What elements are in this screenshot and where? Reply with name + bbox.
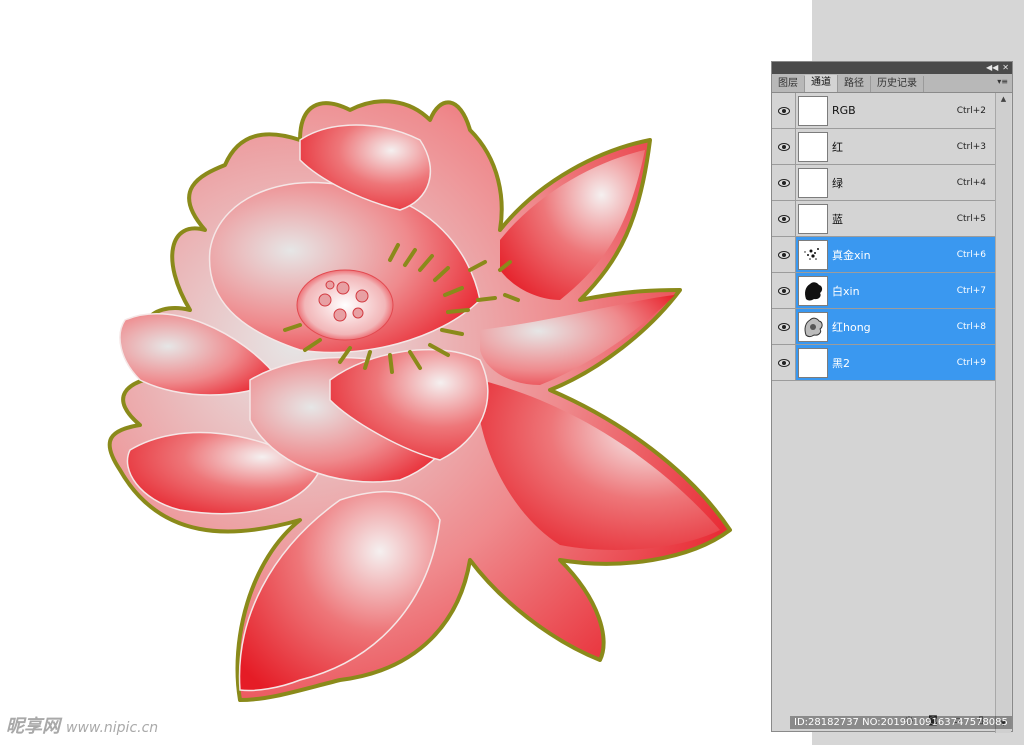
channel-row-zhenjin[interactable]: 真金xin Ctrl+6 <box>772 237 996 273</box>
channel-name: 黑2 <box>832 356 850 370</box>
channel-name: 红 <box>832 140 843 154</box>
channel-row-blue[interactable]: 蓝 Ctrl+5 <box>772 201 996 237</box>
watermark-logo-text: 昵享网 <box>6 716 60 737</box>
channel-shortcut: Ctrl+6 <box>956 249 986 260</box>
tab-history[interactable]: 历史记录 <box>871 76 924 92</box>
lotus-artwork <box>107 99 732 702</box>
visibility-eye-icon[interactable] <box>772 165 796 200</box>
visibility-eye-icon[interactable] <box>772 129 796 164</box>
channel-row-baixin[interactable]: 白xin Ctrl+7 <box>772 273 996 309</box>
channel-thumbnail <box>798 95 828 126</box>
channel-row-red[interactable]: 红 Ctrl+3 <box>772 129 996 165</box>
panel-title-bar: ◀◀ ✕ <box>772 62 1012 74</box>
double-chevron-left-icon[interactable]: ◀◀ <box>986 63 998 73</box>
channel-shortcut: Ctrl+4 <box>956 177 986 188</box>
channel-shortcut: Ctrl+2 <box>956 105 986 116</box>
channel-name: RGB <box>832 104 856 117</box>
channel-thumbnail <box>798 203 828 234</box>
watermark-logo: 昵享网 www.nipic.cn <box>6 712 158 738</box>
close-icon[interactable]: ✕ <box>1002 63 1009 73</box>
channels-panel: ◀◀ ✕ 图层 通道 路径 历史记录 ▾≡ RGB Ctrl+2 红 Ctrl+… <box>771 61 1013 733</box>
channel-shortcut: Ctrl+9 <box>956 357 986 368</box>
watermark-id: ID:28182737 NO:20190109163747578085 <box>790 716 1012 729</box>
visibility-eye-icon[interactable] <box>772 309 796 344</box>
panel-tabs: 图层 通道 路径 历史记录 ▾≡ <box>772 74 1012 93</box>
channel-row-rgb[interactable]: RGB Ctrl+2 <box>772 93 996 129</box>
channel-thumbnail <box>798 131 828 162</box>
visibility-eye-icon[interactable] <box>772 345 796 380</box>
visibility-eye-icon[interactable] <box>772 237 796 272</box>
tab-paths[interactable]: 路径 <box>838 76 871 92</box>
channel-list: RGB Ctrl+2 红 Ctrl+3 绿 Ctrl+4 蓝 Ctrl+5 真金… <box>772 93 996 381</box>
channel-row-hei2[interactable]: 黑2 Ctrl+9 <box>772 345 996 381</box>
channel-thumbnail <box>798 311 828 342</box>
visibility-eye-icon[interactable] <box>772 201 796 236</box>
channel-name: 白xin <box>832 284 860 298</box>
channel-thumbnail <box>798 347 828 378</box>
tab-channels[interactable]: 通道 <box>805 75 838 92</box>
channel-thumbnail <box>798 167 828 198</box>
channel-name: 绿 <box>832 176 843 190</box>
channel-name: 真金xin <box>832 248 871 262</box>
channel-thumbnail <box>798 239 828 270</box>
channel-shortcut: Ctrl+3 <box>956 141 986 152</box>
channel-shortcut: Ctrl+7 <box>956 285 986 296</box>
channel-shortcut: Ctrl+8 <box>956 321 986 332</box>
watermark-url: www.nipic.cn <box>66 720 159 736</box>
channel-row-honghong[interactable]: 红hong Ctrl+8 <box>772 309 996 345</box>
channel-thumbnail <box>798 275 828 306</box>
tab-layers[interactable]: 图层 <box>772 76 805 92</box>
panel-scrollbar[interactable]: ▲ ▼ <box>995 93 1011 733</box>
visibility-eye-icon[interactable] <box>772 93 796 128</box>
channel-shortcut: Ctrl+5 <box>956 213 986 224</box>
channel-row-green[interactable]: 绿 Ctrl+4 <box>772 165 996 201</box>
visibility-eye-icon[interactable] <box>772 273 796 308</box>
channel-name: 红hong <box>832 320 871 334</box>
panel-menu-icon[interactable]: ▾≡ <box>997 77 1008 86</box>
scroll-up-icon[interactable]: ▲ <box>996 95 1011 107</box>
channel-name: 蓝 <box>832 212 843 226</box>
